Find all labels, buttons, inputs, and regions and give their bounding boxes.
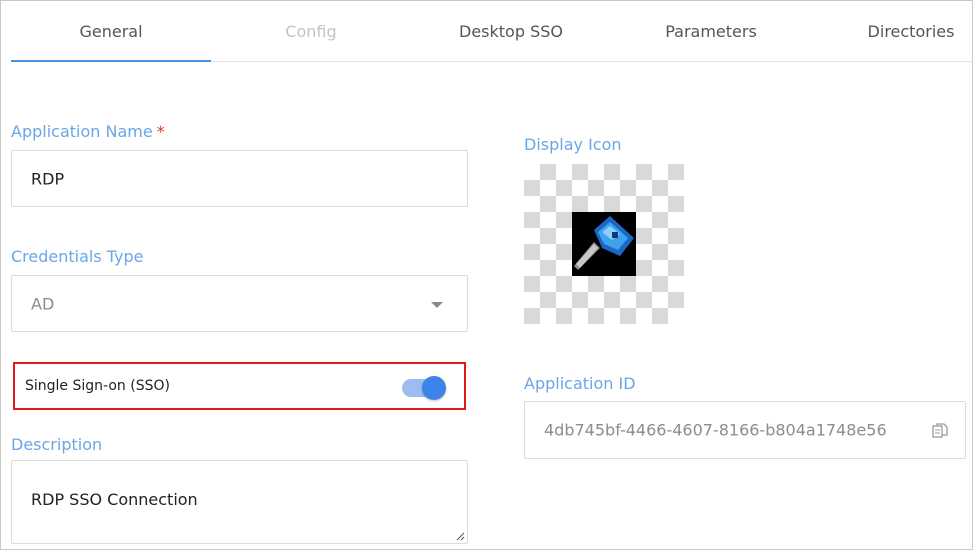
application-id-value: 4db745bf-4466-4607-8166-b804a1748e56 [544,420,887,440]
application-id-label: Application ID [524,374,636,393]
tab-general[interactable]: General [11,1,211,62]
application-id-field: 4db745bf-4466-4607-8166-b804a1748e56 [524,401,966,459]
app-editor-panel: General Config Desktop SSO Parameters Di… [0,0,973,550]
chevron-down-icon [431,302,443,308]
application-name-value: RDP [31,169,65,188]
sso-toggle[interactable] [402,376,448,400]
required-marker: * [156,122,165,141]
display-icon-label: Display Icon [524,135,622,154]
tab-config: Config [285,21,337,41]
application-name-input[interactable]: RDP [11,150,468,207]
credentials-type-select[interactable]: AD [11,275,468,332]
display-icon-preview[interactable] [524,164,684,324]
tab-directories[interactable]: Directories [811,1,973,61]
application-name-label-text: Application Name [11,122,153,141]
sso-toggle-knob [422,376,446,400]
copy-icon[interactable] [931,422,949,440]
tab-parameters[interactable]: Parameters [611,1,811,61]
tab-bar: General Config Desktop SSO Parameters Di… [11,1,973,62]
key-icon [572,212,636,276]
description-textarea[interactable]: RDP SSO Connection [11,460,468,544]
sso-row: Single Sign-on (SSO) [13,362,466,410]
description-label: Description [11,435,103,454]
tab-desktop-sso[interactable]: Desktop SSO [411,1,611,61]
description-value: RDP SSO Connection [31,490,198,509]
credentials-type-value: AD [31,294,55,313]
application-name-label: Application Name * [11,122,165,141]
resize-handle-icon[interactable] [455,531,465,541]
sso-label: Single Sign-on (SSO) [25,378,170,394]
credentials-type-label: Credentials Type [11,247,144,266]
